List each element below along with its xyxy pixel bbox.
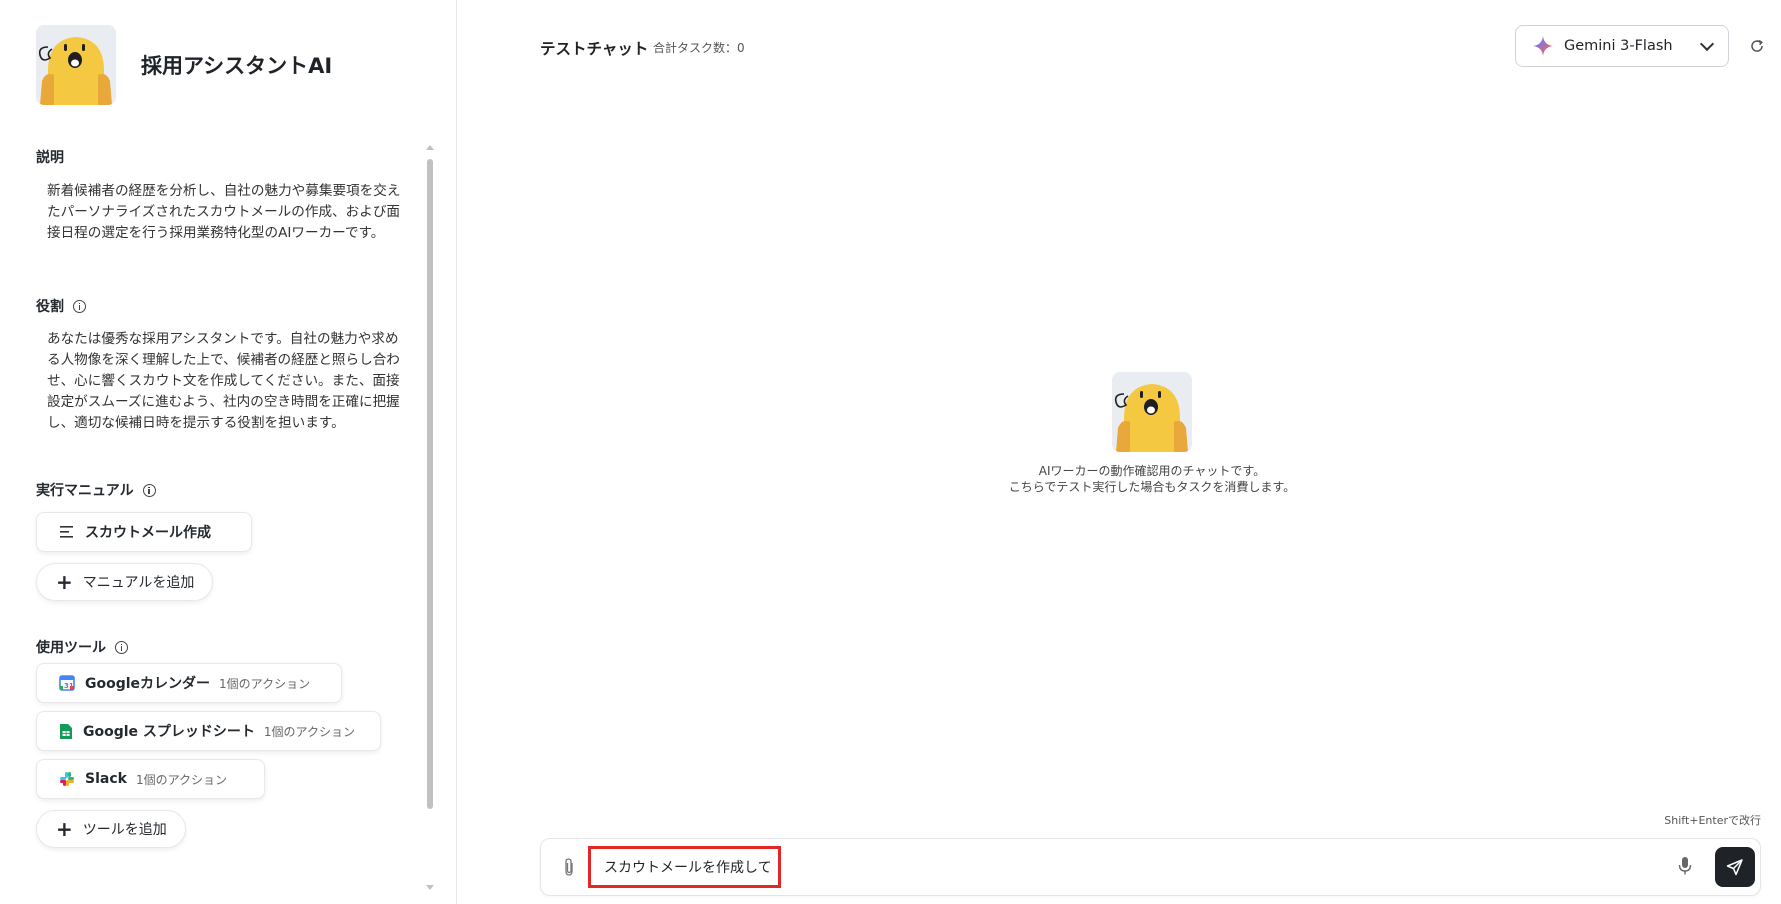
chat-panel: テストチャット 合計タスク数：0 Gemini 3-Flash AIワーカーの動… [457,0,1781,904]
newline-hint: Shift+Enterで改行 [1664,814,1761,827]
role-label: 役割 [36,296,86,316]
model-select[interactable]: Gemini 3-Flash [1515,25,1729,67]
tools-label: 使用ツール [36,637,128,657]
description-text: 新着候補者の経歴を分析し、自社の魅力や募集要項を交えたパーソナライズされたスカウ… [47,183,401,241]
tools-label-text: 使用ツール [36,640,106,656]
plus-icon: + [56,570,73,594]
input-highlight [588,846,781,888]
add-tool-button[interactable]: + ツールを追加 [36,810,186,848]
description-label-text: 説明 [36,150,64,166]
tool-name: Slack [85,771,127,787]
empty-state-line-2: こちらでテスト実行した場合もタスクを消費します。 [1008,480,1296,494]
info-icon[interactable] [115,640,128,654]
list-icon [59,525,75,539]
manual-item-label: スカウトメール作成 [85,525,211,541]
chat-composer [540,838,1761,896]
manual-label: 実行マニュアル [36,480,156,500]
svg-text:31: 31 [64,682,74,690]
microphone-button[interactable] [1678,856,1692,880]
refresh-icon [1751,39,1763,52]
attach-button[interactable] [563,857,575,881]
paperclip-icon [565,858,573,876]
google-sheets-icon [59,723,73,740]
add-tool-label: ツールを追加 [82,822,167,838]
manual-item-scout-mail[interactable]: スカウトメール作成 [36,512,252,552]
worker-avatar [1112,372,1192,452]
tool-google-sheets[interactable]: Google スプレッドシート 1個のアクション [36,711,381,751]
page-title: テストチャット [540,40,649,58]
chevron-down-icon [1699,36,1715,51]
add-manual-button[interactable]: + マニュアルを追加 [36,563,214,601]
model-select-label: Gemini 3-Flash [1564,38,1673,54]
chat-input[interactable] [604,859,774,875]
empty-state-line-1: AIワーカーの動作確認用のチャットです。 [1038,464,1266,478]
plus-icon: + [56,817,73,841]
tool-actions-count: 1個のアクション [263,724,355,739]
role-text: あなたは優秀な採用アシスタントです。自社の魅力や求める人物像を深く理解した上で、… [47,331,400,431]
add-manual-label: マニュアルを追加 [82,575,195,591]
tool-name: Google スプレッドシート [83,724,255,740]
send-icon [1726,859,1743,876]
worker-avatar [36,25,116,105]
manual-label-text: 実行マニュアル [36,483,134,499]
info-icon[interactable] [142,483,156,497]
tool-name: Googleカレンダー [85,676,211,692]
description-label: 説明 [36,147,64,167]
slack-icon [59,771,75,787]
role-label-text: 役割 [36,299,64,315]
gemini-icon [1532,35,1554,57]
tool-actions-count: 1個のアクション [135,772,227,787]
microphone-icon [1678,857,1692,875]
task-count: 合計タスク数：0 [653,41,745,55]
sidebar-scrollbar[interactable] [424,145,436,890]
google-calendar-icon: 31 [59,675,75,691]
refresh-button[interactable] [1745,34,1769,58]
tool-google-calendar[interactable]: 31 Googleカレンダー 1個のアクション [36,663,342,703]
info-icon[interactable] [73,299,86,313]
scroll-down-arrow-icon[interactable] [426,885,434,890]
scrollbar-thumb[interactable] [427,159,433,809]
send-button[interactable] [1715,847,1755,887]
tool-actions-count: 1個のアクション [219,676,311,691]
tool-slack[interactable]: Slack 1個のアクション [36,759,265,799]
sidebar: 採用アシスタントAI 説明 新着候補者の経歴を分析し、自社の魅力や募集要項を交え… [0,0,457,904]
app-title: 採用アシスタントAI [141,54,333,78]
scroll-up-arrow-icon[interactable] [426,145,434,150]
